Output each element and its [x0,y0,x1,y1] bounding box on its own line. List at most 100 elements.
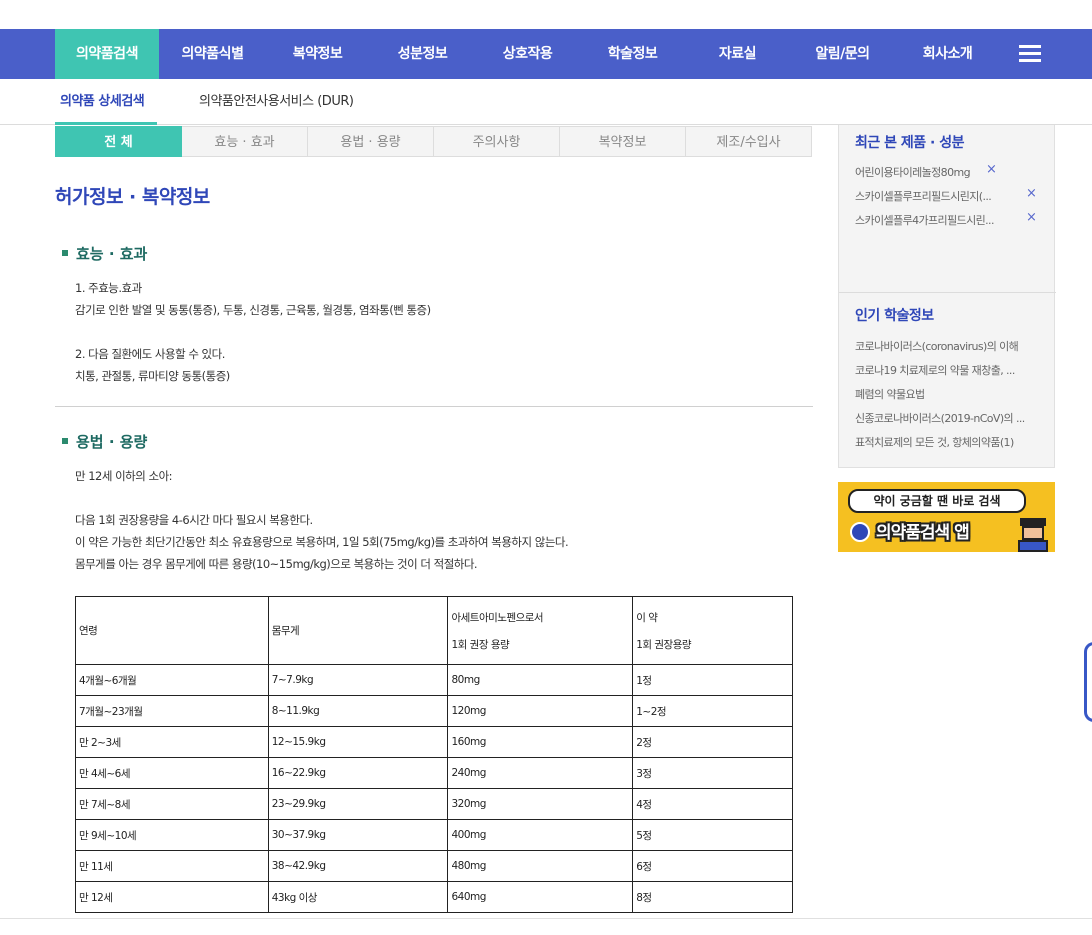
section-divider [55,406,813,407]
header-text: 몸무게 [271,625,300,637]
tab-efficacy[interactable]: 효능 · 효과 [182,126,308,157]
popular-academic-link[interactable]: 표적치료제의 모든 것, 항체의약품(1) [855,434,1035,450]
table-cell: 7~7.9kg [267,664,449,696]
table-row: 만 4세~6세 16~22.9kg 240mg 3정 [75,757,793,789]
dosage-line: 다음 1회 권장용량을 4-6시간 마다 필요시 복용한다. [75,513,313,527]
tab-precautions[interactable]: 주의사항 [434,126,560,157]
dosage-line: 이 약은 가능한 최단기간동안 최소 유효용량으로 복용하며, 1일 5회(75… [75,535,569,549]
table-cell: 23~29.9kg [267,788,449,820]
efficacy-line: 감기로 인한 발열 및 동통(통증), 두통, 신경통, 근육통, 월경통, 염… [75,303,431,317]
table-cell: 400mg [447,819,634,851]
lnb-active-indicator [55,122,157,125]
close-icon[interactable]: × [1026,210,1037,225]
dosage-line: 만 12세 이하의 소아: [75,469,173,483]
recent-product-link[interactable]: 어린이용타이레놀정80mg [855,164,985,180]
table-cell: 만 2~3세 [75,726,269,758]
header-text: 연령 [79,625,98,637]
table-cell: 320mg [447,788,634,820]
banner-main-text: 의약품검색 앱 [876,523,970,543]
table-cell: 만 11세 [75,850,269,882]
lnb-item-detail-search[interactable]: 의약품 상세검색 [60,79,145,125]
table-header-cell: 몸무게 [267,596,449,665]
table-cell: 12~15.9kg [267,726,449,758]
gnb-item-drug-identification[interactable]: 의약품식별 [165,29,260,79]
table-cell: 4개월~6개월 [75,664,269,696]
popular-academic-link[interactable]: 코로나바이러스(coronavirus)의 이해 [855,338,1035,354]
close-icon[interactable]: × [986,162,997,177]
table-cell: 4정 [632,788,793,820]
gnb-item-interaction[interactable]: 상호작용 [480,29,575,79]
popular-academic-link[interactable]: 신종코로나바이러스(2019-nCoV)의 ... [855,410,1035,426]
hamburger-icon[interactable] [1019,45,1041,63]
popular-academic-link[interactable]: 코로나19 치료제로의 약물 재창출, ... [855,362,1035,378]
header-text: 1회 권장 용량 [451,638,510,651]
table-cell: 16~22.9kg [267,757,449,789]
table-cell: 2정 [632,726,793,758]
section-title-text: 용법 · 용량 [76,433,148,451]
header-text: 아세트아미노펜으로서 [451,611,544,624]
efficacy-line: 2. 다음 질환에도 사용할 수 있다. [75,347,225,361]
table-cell: 만 12세 [75,881,269,913]
gnb-item-academic-info[interactable]: 학술정보 [585,29,680,79]
popular-academic-link[interactable]: 폐렴의 약물요법 [855,386,1035,402]
table-cell: 만 9세~10세 [75,819,269,851]
table-cell: 640mg [447,881,634,913]
close-icon[interactable]: × [1026,186,1037,201]
app-banner[interactable]: 약이 궁금할 땐 바로 검색 의약품검색 앱 [838,482,1055,552]
banner-bubble-text: 약이 궁금할 땐 바로 검색 [848,489,1026,513]
gnb-item-ingredient-info[interactable]: 성분정보 [375,29,470,79]
table-cell: 160mg [447,726,634,758]
table-cell: 38~42.9kg [267,850,449,882]
gnb-item-drug-search[interactable]: 의약품검색 [55,29,159,79]
page-title: 허가정보 · 복약정보 [55,186,210,208]
table-cell: 5정 [632,819,793,851]
table-row: 만 9세~10세 30~37.9kg 400mg 5정 [75,819,793,851]
table-cell: 1~2정 [632,695,793,727]
footer-divider [0,918,1092,919]
gnb-item-company[interactable]: 회사소개 [900,29,995,79]
character-icon [1018,512,1048,552]
dosage-table: 연령 몸무게 아세트아미노펜으로서 1회 권장 용량 이 약 1회 권장용량 4개월… [75,596,793,913]
local-nav: 의약품 상세검색 의약품안전사용서비스 (DUR) [0,79,1092,125]
popular-academic-title: 인기 학술정보 [855,308,934,324]
gnb-item-medication-info[interactable]: 복약정보 [270,29,365,79]
table-cell: 만 4세~6세 [75,757,269,789]
table-cell: 3정 [632,757,793,789]
tab-all[interactable]: 전 체 [55,126,182,157]
table-row: 만 2~3세 12~15.9kg 160mg 2정 [75,726,793,758]
table-row: 4개월~6개월 7~7.9kg 80mg 1정 [75,664,793,696]
table-cell: 43kg 이상 [267,881,449,913]
recent-product-link[interactable]: 스카이셀플루4가프리필드시린... [855,212,1013,228]
table-cell: 240mg [447,757,634,789]
table-cell: 480mg [447,850,634,882]
table-cell: 80mg [447,664,634,696]
dosage-line: 몸무게를 아는 경우 몸무게에 따른 용량(10~15mg/kg)으로 복용하는… [75,557,478,571]
gnb-item-library[interactable]: 자료실 [690,29,785,79]
section-title-efficacy: 효능 · 효과 [62,243,147,264]
table-cell: 8~11.9kg [267,695,449,727]
table-row: 만 12세 43kg 이상 640mg 8정 [75,881,793,913]
section-title-text: 효능 · 효과 [76,245,148,263]
section-title-dosage: 용법 · 용량 [62,431,147,452]
gnb-item-notice-inquiry[interactable]: 알림/문의 [795,29,890,79]
square-bullet-icon [62,249,68,256]
content-tabs: 전 체 효능 · 효과 용법 · 용량 주의사항 복약정보 제조/수입사 [55,126,812,157]
header-text: 1회 권장용량 [636,638,692,651]
recent-product-link[interactable]: 스카이셀플루프리필드시린지(... [855,188,1013,204]
efficacy-line: 치통, 관절통, 류마티양 동통(통증) [75,369,230,383]
efficacy-line: 1. 주효능.효과 [75,281,142,295]
table-cell: 1정 [632,664,793,696]
table-cell: 6정 [632,850,793,882]
table-header-cell: 이 약 1회 권장용량 [632,596,793,665]
tab-medication-info[interactable]: 복약정보 [560,126,686,157]
table-cell: 7개월~23개월 [75,695,269,727]
tab-manufacturer[interactable]: 제조/수입사 [686,126,812,157]
table-cell: 120mg [447,695,634,727]
table-row: 7개월~23개월 8~11.9kg 120mg 1~2정 [75,695,793,727]
header-text: 이 약 [636,611,658,624]
floating-side-tab[interactable] [1084,642,1092,722]
lnb-item-dur[interactable]: 의약품안전사용서비스 (DUR) [199,79,354,125]
tab-dosage[interactable]: 용법 · 용량 [308,126,434,157]
square-bullet-icon [62,437,68,444]
table-header-cell: 연령 [75,596,269,665]
